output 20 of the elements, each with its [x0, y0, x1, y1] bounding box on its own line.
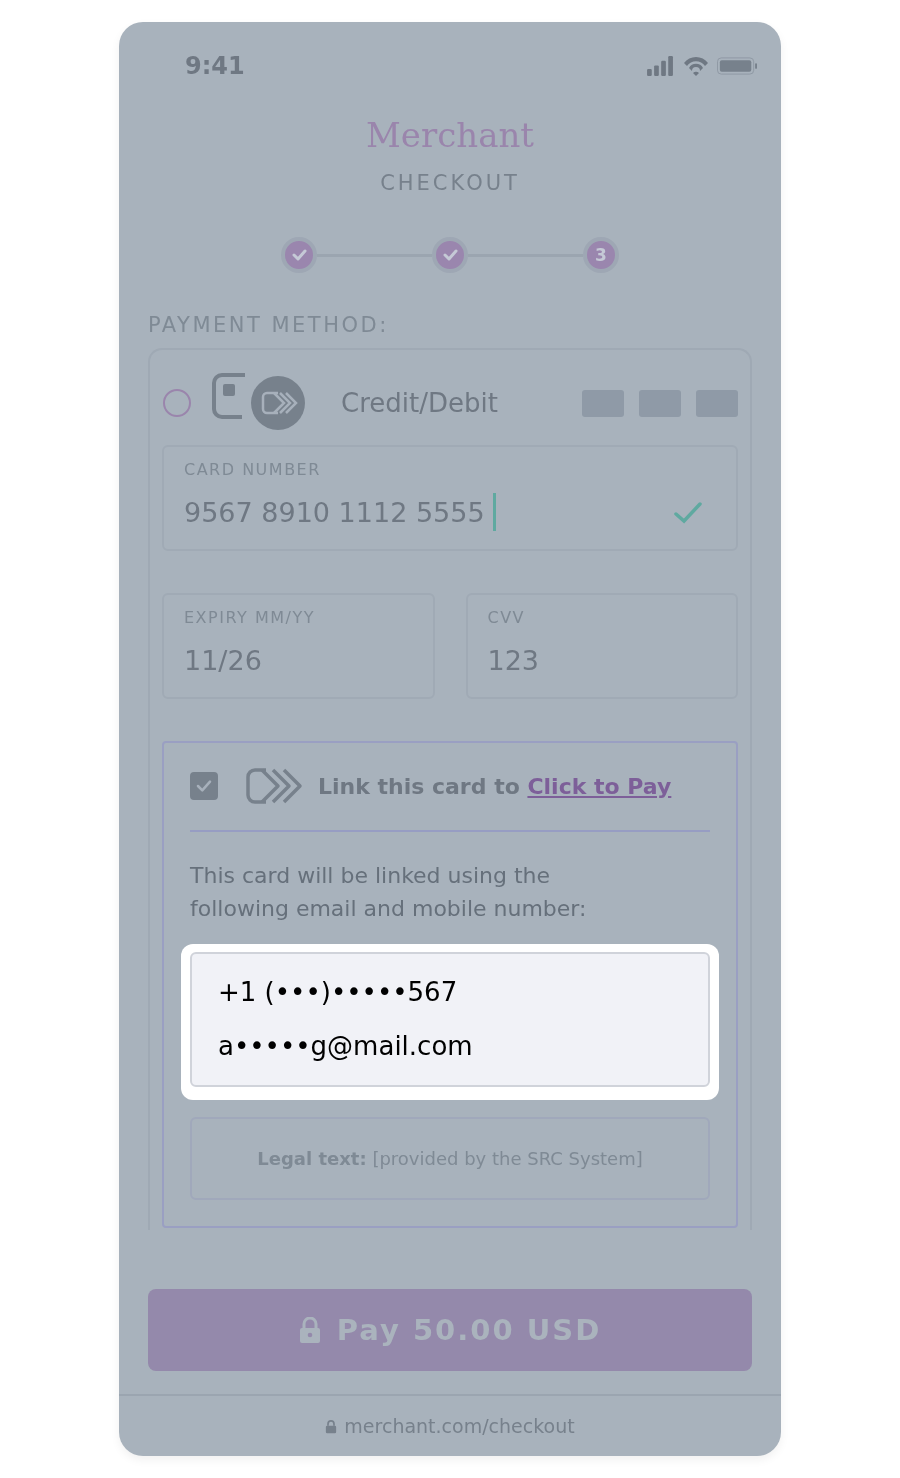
step-indicator: 3	[583, 237, 619, 273]
wifi-icon	[683, 56, 709, 76]
option-label: Credit/Debit	[341, 388, 498, 418]
checkbox[interactable]	[190, 772, 218, 800]
status-time: 9:41	[185, 52, 245, 80]
battery-icon	[717, 57, 757, 75]
link-card-label: Link this card to Click to Pay	[318, 773, 672, 799]
signal-icon	[645, 56, 675, 76]
card-icon	[212, 373, 305, 433]
masked-contact: a•••••g@mail.com	[218, 1030, 474, 1063]
card-brand-placeholder	[639, 389, 681, 417]
masked-contact: +1 (•••)•••••567	[218, 976, 459, 1009]
card-brand-placeholder	[696, 389, 738, 417]
card-brand-placeholder	[582, 389, 624, 417]
double-chevron-icon	[246, 768, 303, 804]
click-to-pay-link[interactable]: Click to Pay	[527, 773, 672, 799]
link-description: This card will be linked using the following email and mobile number:	[190, 862, 588, 923]
radio-button[interactable]	[163, 389, 191, 417]
lock-icon	[298, 1317, 321, 1343]
lock-icon	[325, 1418, 338, 1434]
